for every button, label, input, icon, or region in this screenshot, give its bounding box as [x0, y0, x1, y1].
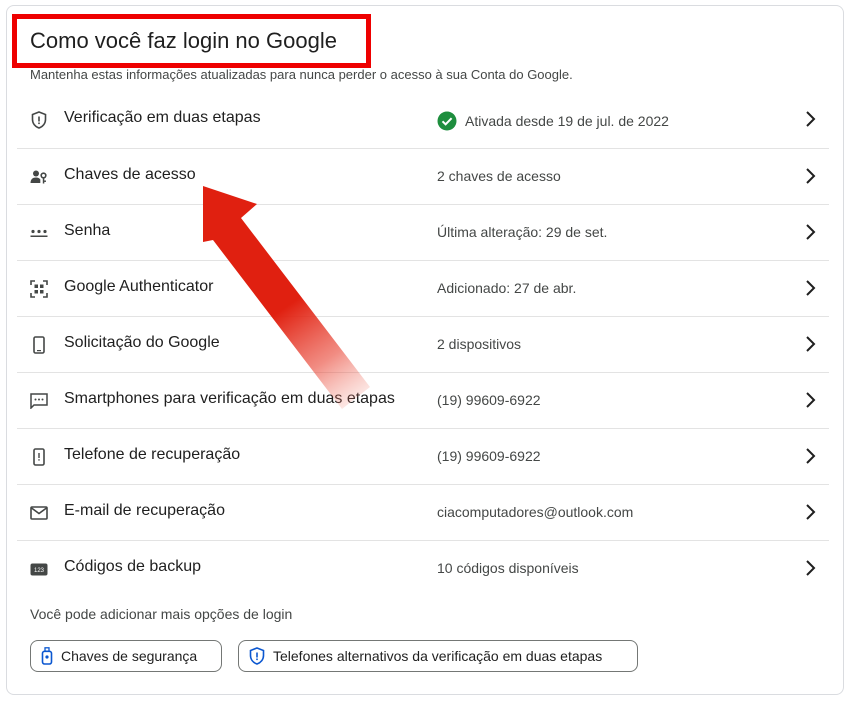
password-dots-icon [29, 223, 49, 243]
row-label: Smartphones para verificação em duas eta… [64, 390, 395, 407]
chevron-right-icon [806, 168, 816, 184]
chip-label: Chaves de segurança [61, 648, 198, 664]
row-label: Senha [64, 222, 111, 239]
row-passkeys[interactable]: Chaves de acesso 2 chaves de acesso [17, 148, 829, 204]
more-options-text: Você pode adicionar mais opções de login [30, 606, 293, 622]
row-label: Verificação em duas etapas [64, 109, 261, 126]
chip-label: Telefones alternativos da verificação em… [273, 648, 603, 664]
row-value: ciacomputadores@outlook.com [437, 504, 634, 520]
row-2sv-phones[interactable]: Smartphones para verificação em duas eta… [17, 372, 829, 428]
sms-icon [29, 391, 49, 411]
security-key-icon [41, 647, 53, 665]
qr-scan-icon [29, 279, 49, 299]
chevron-right-icon [806, 392, 816, 408]
row-value: Ativada desde 19 de jul. de 2022 [437, 111, 669, 131]
row-label: E-mail de recuperação [64, 502, 225, 519]
row-label: Códigos de backup [64, 558, 201, 575]
row-label: Solicitação do Google [64, 334, 220, 351]
row-value-text: Ativada desde 19 de jul. de 2022 [465, 113, 669, 129]
row-value: 10 códigos disponíveis [437, 560, 579, 576]
shield-icon [29, 110, 49, 130]
svg-text:123: 123 [34, 568, 45, 574]
shield-phone-icon [249, 647, 265, 665]
row-value: Adicionado: 27 de abr. [437, 280, 577, 296]
row-google-authenticator[interactable]: Google Authenticator Adicionado: 27 de a… [17, 260, 829, 316]
chevron-right-icon [806, 111, 816, 127]
phone-alert-icon [29, 447, 49, 467]
row-value: 2 dispositivos [437, 336, 522, 352]
row-recovery-email[interactable]: E-mail de recuperação ciacomputadores@ou… [17, 484, 829, 540]
security-keys-button[interactable]: Chaves de segurança [30, 640, 222, 672]
chevron-right-icon [806, 224, 816, 240]
row-value: 2 chaves de acesso [437, 168, 561, 184]
section-title: Como você faz login no Google [30, 28, 337, 53]
smartphone-icon [29, 335, 49, 355]
row-google-prompt[interactable]: Solicitação do Google 2 dispositivos [17, 316, 829, 372]
mail-icon [29, 503, 49, 523]
row-value: (19) 99609-6922 [437, 392, 541, 408]
row-backup-codes[interactable]: 123 Códigos de backup 10 códigos disponí… [17, 540, 829, 596]
row-value: (19) 99609-6922 [437, 448, 541, 464]
chevron-right-icon [806, 504, 816, 520]
row-password[interactable]: Senha Última alteração: 29 de set. [17, 204, 829, 260]
row-label: Chaves de acesso [64, 166, 196, 183]
chevron-right-icon [806, 448, 816, 464]
row-two-step-verification[interactable]: Verificação em duas etapas Ativada desde… [17, 92, 829, 148]
row-value: Última alteração: 29 de set. [437, 224, 608, 240]
chevron-right-icon [806, 336, 816, 352]
alternate-2sv-phones-button[interactable]: Telefones alternativos da verificação em… [238, 640, 638, 672]
row-label: Telefone de recuperação [64, 446, 241, 463]
row-label: Google Authenticator [64, 278, 214, 295]
chevron-right-icon [806, 280, 816, 296]
section-subtitle: Mantenha estas informações atualizadas p… [30, 67, 573, 82]
chevron-right-icon [806, 560, 816, 576]
row-recovery-phone[interactable]: Telefone de recuperação (19) 99609-6922 [17, 428, 829, 484]
backup-codes-icon: 123 [29, 559, 49, 579]
check-circle-icon [437, 111, 457, 131]
person-key-icon [29, 167, 49, 187]
